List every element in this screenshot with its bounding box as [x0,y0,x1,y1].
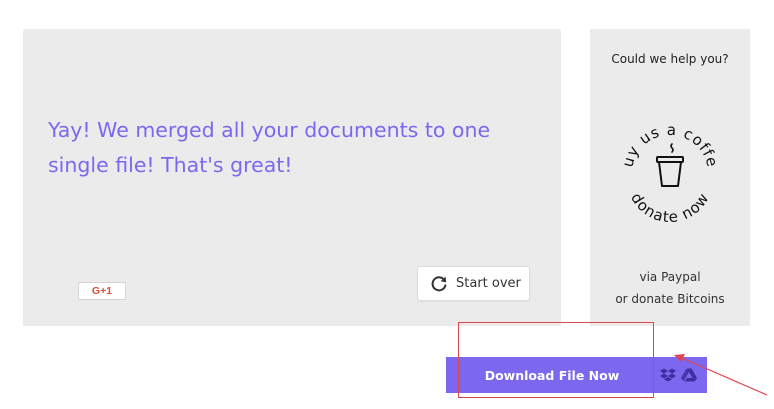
dropbox-icon[interactable] [660,368,676,382]
support-title: Could we help you? [611,52,729,66]
support-panel: Could we help you? buy us a coffee donat… [590,29,750,326]
start-over-label: Start over [456,276,521,291]
donation-options: via Paypal or donate Bitcoins [590,266,750,310]
start-over-button[interactable]: Start over [417,266,530,301]
download-bar: Download File Now [446,357,707,393]
success-message: Yay! We merged all your documents to one… [48,118,491,177]
badge-bottom-text: donate now [627,189,713,226]
coffee-cup-icon [656,143,684,187]
badge-top-text: buy us a coffee [610,109,722,169]
bitcoin-link[interactable]: or donate Bitcoins [590,288,750,310]
google-drive-icon[interactable] [681,368,697,382]
google-plus-one-button[interactable]: G+1 [78,282,126,300]
buy-coffee-badge[interactable]: buy us a coffee donate now [610,109,730,229]
paypal-link[interactable]: via Paypal [590,266,750,288]
refresh-icon [429,274,449,294]
result-panel: Yay! We merged all your documents to one… [23,29,561,326]
download-file-button[interactable]: Download File Now [446,357,658,393]
